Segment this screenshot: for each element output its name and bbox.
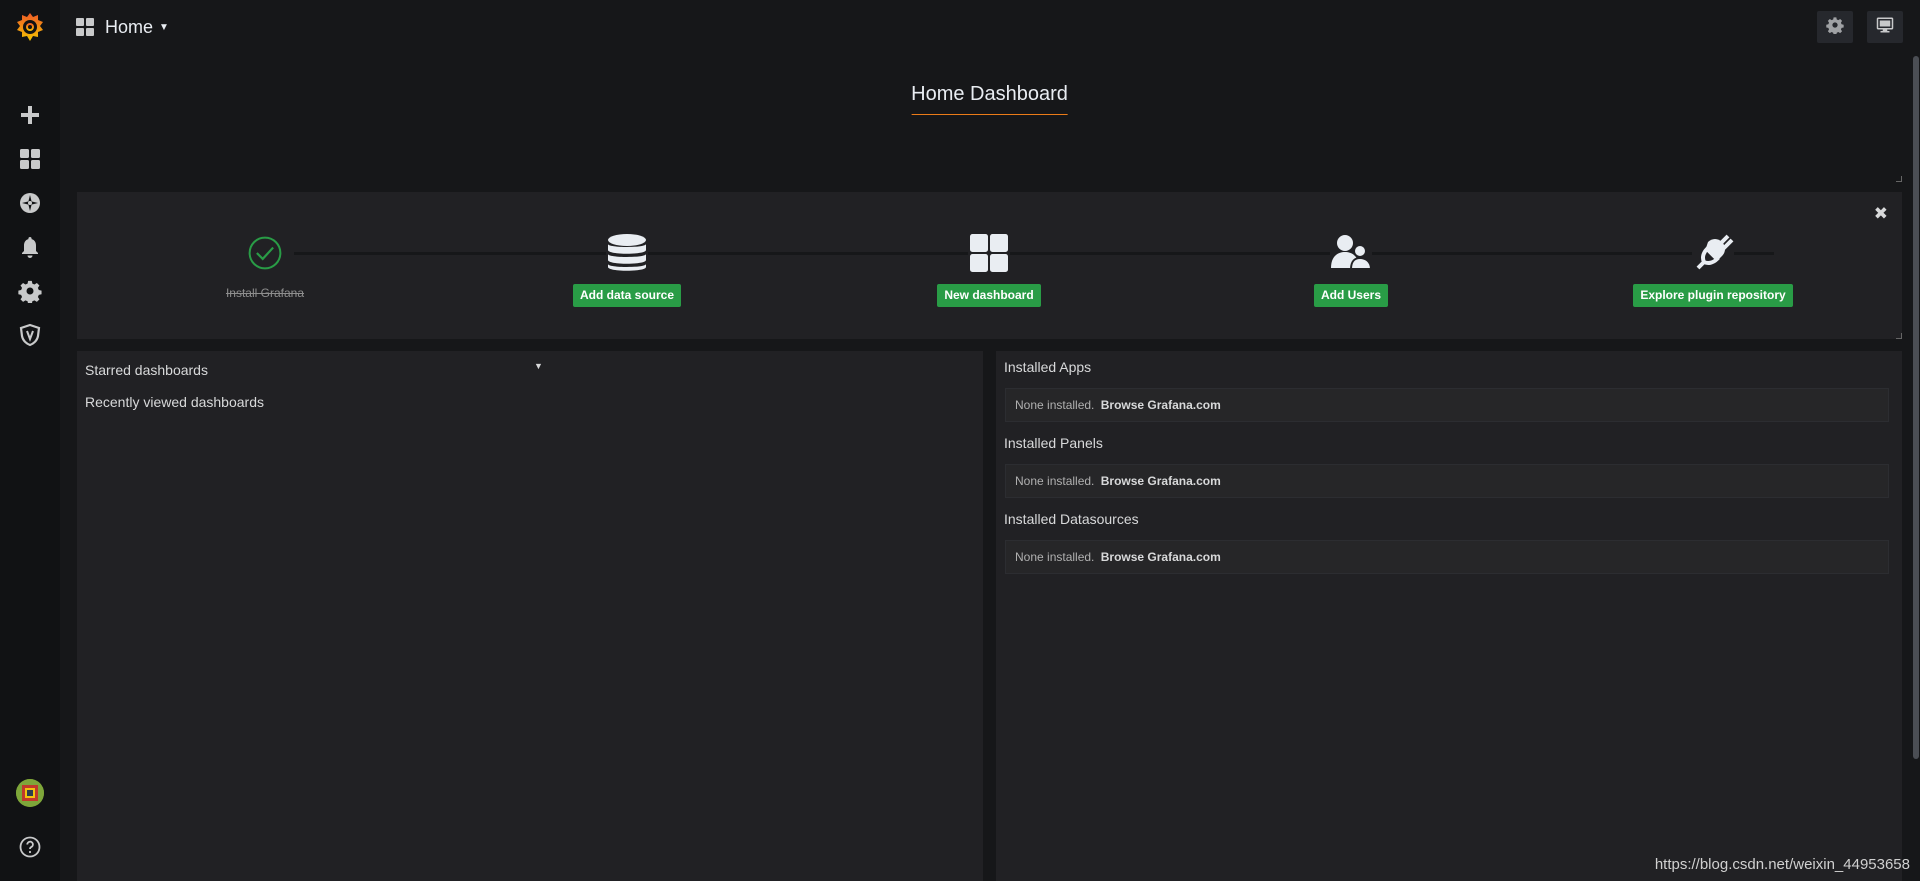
scrollbar-thumb[interactable] [1913,56,1919,759]
installed-apps-heading: Installed Apps [1004,359,1092,375]
resize-handle[interactable] [1896,176,1902,182]
shield-icon[interactable] [0,313,60,357]
dashboard-title: Home Dashboard [911,83,1068,115]
header-panel: Home Dashboard [77,54,1902,182]
gear-icon [1826,16,1844,39]
panel-menu-caret-icon[interactable]: ▼ [534,361,543,371]
caret-down-icon: ▼ [159,21,169,33]
step-install-grafana: Install Grafana [165,232,365,300]
add-data-source-button[interactable]: Add data source [572,284,682,307]
installed-panels-box: None installed. Browse Grafana.com [1005,464,1889,498]
browse-grafana-link[interactable]: Browse Grafana.com [1101,398,1221,412]
plugin-list-panel: Installed Apps None installed. Browse Gr… [996,351,1902,881]
step-new-dashboard: New dashboard [889,232,1089,307]
getting-started-panel: ✖ Install Grafana Add data source New da… [77,192,1902,339]
sidebar [0,0,60,881]
close-icon[interactable]: ✖ [1874,204,1888,224]
installed-datasources-box: None installed. Browse Grafana.com [1005,540,1889,574]
recent-dashboards-heading: Recently viewed dashboards [85,394,264,410]
plug-icon [1692,232,1734,274]
bell-icon[interactable] [0,225,60,269]
plus-icon[interactable] [0,93,60,137]
watermark: https://blog.csdn.net/weixin_44953658 [1654,856,1910,873]
grafana-logo-icon[interactable] [13,10,47,44]
gear-icon[interactable] [0,269,60,313]
view-mode-button[interactable] [1867,11,1903,43]
dashboard-picker[interactable]: Home ▼ [75,17,169,38]
database-icon [606,232,648,274]
question-icon[interactable] [0,825,60,869]
monitor-icon [1876,16,1894,39]
users-icon [1330,232,1372,274]
check-circle-icon [244,232,286,274]
dashboards-icon[interactable] [0,137,60,181]
browse-grafana-link[interactable]: Browse Grafana.com [1101,550,1221,564]
explore-plugin-repository-button[interactable]: Explore plugin repository [1633,284,1793,307]
dashboard-settings-button[interactable] [1817,11,1853,43]
installed-apps-box: None installed. Browse Grafana.com [1005,388,1889,422]
starred-dashboards-heading: Starred dashboards [85,362,208,378]
page-title: Home [105,16,154,37]
new-dashboard-button[interactable]: New dashboard [937,284,1041,307]
step-explore-plugins: Explore plugin repository [1613,232,1813,307]
compass-icon[interactable] [0,181,60,225]
step-label[interactable]: Install Grafana [226,286,304,300]
step-add-users: Add Users [1251,232,1451,307]
resize-handle[interactable] [1896,333,1902,339]
browse-grafana-link[interactable]: Browse Grafana.com [1101,474,1221,488]
installed-datasources-heading: Installed Datasources [1004,511,1139,527]
none-installed-text: None installed. [1015,550,1095,564]
step-add-data-source: Add data source [527,232,727,307]
apps-icon [75,17,95,37]
installed-panels-heading: Installed Panels [1004,435,1103,451]
none-installed-text: None installed. [1015,398,1095,412]
avatar[interactable] [16,779,44,807]
navbar: Home ▼ [60,0,1920,54]
add-users-button[interactable]: Add Users [1313,284,1389,307]
dashboard-grid-icon [968,232,1010,274]
dashboard-list-panel: Starred dashboards ▼ Recently viewed das… [77,351,983,881]
none-installed-text: None installed. [1015,474,1095,488]
